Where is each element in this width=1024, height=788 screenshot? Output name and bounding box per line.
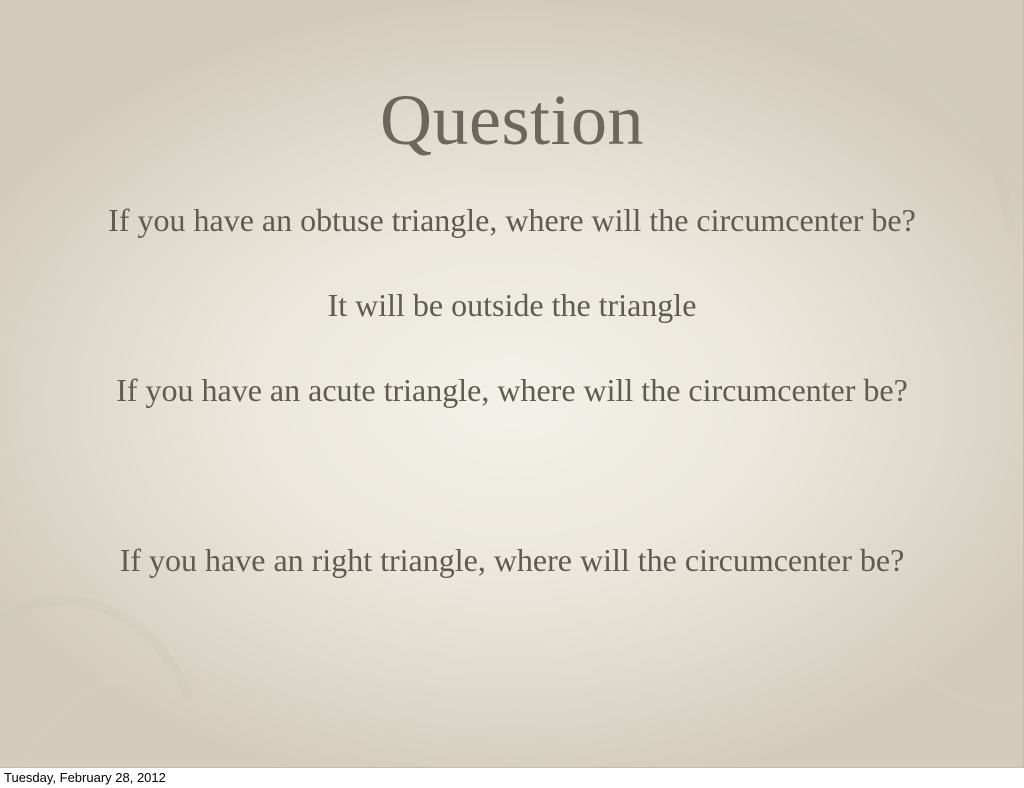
slide-title: Question	[380, 80, 644, 160]
slide: Question If you have an obtuse triangle,…	[0, 0, 1024, 768]
question-acute: If you have an acute triangle, where wil…	[116, 372, 908, 408]
answer-obtuse: It will be outside the triangle	[327, 287, 697, 323]
question-obtuse: If you have an obtuse triangle, where wi…	[108, 202, 916, 238]
footer-date: Tuesday, February 28, 2012	[4, 770, 166, 785]
page: Question If you have an obtuse triangle,…	[0, 0, 1024, 788]
question-right: If you have an right triangle, where wil…	[119, 542, 905, 578]
